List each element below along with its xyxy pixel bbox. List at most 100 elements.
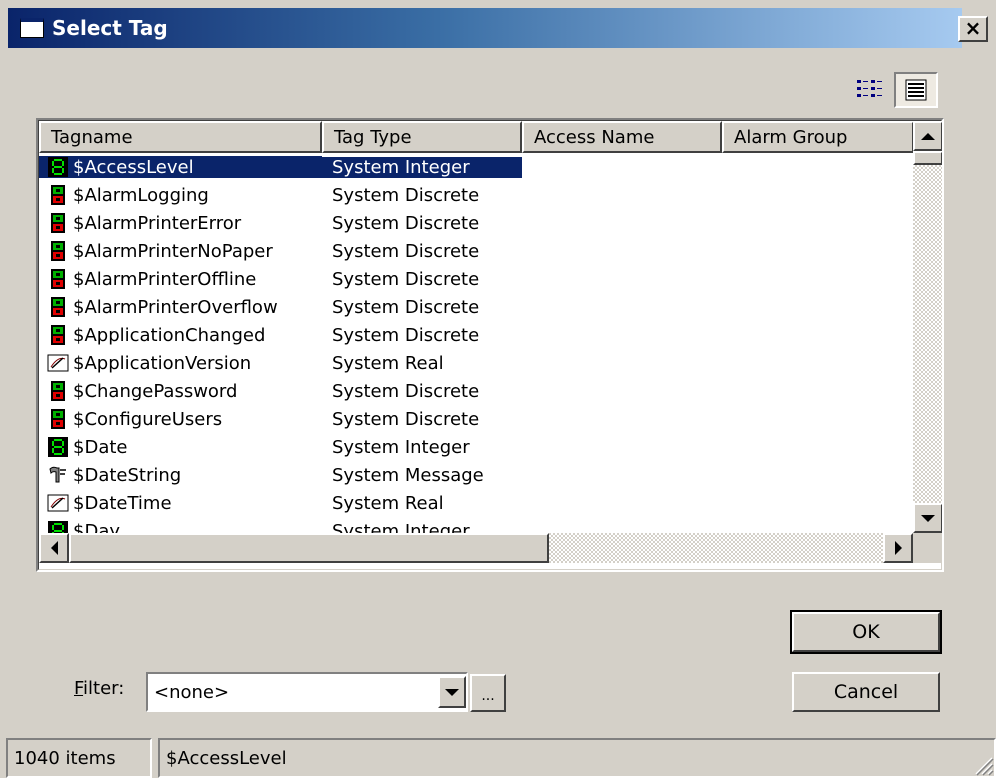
cell-tagname: $Day <box>39 520 322 533</box>
cell-tagname: $ChangePassword <box>39 380 322 402</box>
arrow-down-icon <box>921 514 935 522</box>
status-bar: 1040 items $AccessLevel <box>6 738 996 778</box>
close-button[interactable]: × <box>958 16 988 42</box>
scrollbar-corner <box>913 533 942 563</box>
arrow-up-icon <box>921 132 935 140</box>
tagname-text: $AlarmPrinterNoPaper <box>73 240 273 262</box>
filter-combobox[interactable]: <none> <box>146 672 468 712</box>
cell-tag-type: System Message <box>332 464 484 486</box>
table-row[interactable]: $AlarmPrinterOffline System Discrete <box>39 265 912 293</box>
arrow-left-icon <box>50 541 58 555</box>
table-row[interactable]: $DateTime System Real <box>39 489 912 517</box>
tag-list-header: Tagname Tag Type Access Name Alarm Group <box>39 121 914 153</box>
cancel-button[interactable]: Cancel <box>792 672 940 712</box>
cell-tag-type: System Real <box>332 352 444 374</box>
cell-tagname: $DateTime <box>39 492 322 514</box>
filter-browse-button[interactable]: ... <box>470 674 506 712</box>
cell-tag-type: System Discrete <box>332 184 480 206</box>
table-row[interactable]: $Day System Integer <box>39 517 912 533</box>
cell-tag-type: System Discrete <box>332 212 480 234</box>
cell-tagname: $AlarmPrinterError <box>39 212 322 234</box>
filter-dropdown-button[interactable] <box>438 676 466 708</box>
arrow-right-icon <box>894 541 902 555</box>
tagname-text: $AlarmPrinterOffline <box>73 268 257 290</box>
cell-tag-type: System Integer <box>332 436 470 458</box>
discrete-tag-icon <box>47 212 69 234</box>
cell-tagname: $AlarmPrinterOffline <box>39 268 322 290</box>
column-header-access-name[interactable]: Access Name <box>522 121 722 153</box>
table-row[interactable]: $AlarmLogging System Discrete <box>39 181 912 209</box>
cell-tag-type: System Discrete <box>332 324 480 346</box>
discrete-tag-icon <box>47 184 69 206</box>
tagname-text: $DateString <box>73 464 182 486</box>
cell-tagname: $Date <box>39 436 322 458</box>
discrete-tag-icon <box>47 268 69 290</box>
vertical-scroll-thumb[interactable] <box>913 151 942 165</box>
filter-label-accelerator: F <box>74 678 84 699</box>
list-view-button[interactable] <box>848 72 892 108</box>
tagname-text: $AlarmPrinterError <box>73 212 242 234</box>
ok-button[interactable]: OK <box>790 610 942 654</box>
table-row[interactable]: $DateString System Message <box>39 461 912 489</box>
cell-tag-type: System Discrete <box>332 240 480 262</box>
column-header-tagname[interactable]: Tagname <box>39 121 322 153</box>
filter-label-text: ilter: <box>83 678 125 699</box>
scroll-up-button[interactable] <box>913 121 942 151</box>
integer-tag-icon <box>47 436 69 458</box>
discrete-tag-icon <box>47 296 69 318</box>
table-row[interactable]: $ConfigureUsers System Discrete <box>39 405 912 433</box>
list-view-icon <box>857 80 882 97</box>
tagname-text: $AlarmLogging <box>73 184 209 206</box>
resize-grip-icon[interactable] <box>972 754 994 776</box>
cell-tag-type: System Discrete <box>332 380 480 402</box>
details-view-button[interactable] <box>894 72 938 108</box>
details-view-icon <box>905 79 927 101</box>
tagname-text: $DateTime <box>73 492 172 514</box>
table-row[interactable]: $AccessLevel System Integer <box>39 153 912 181</box>
horizontal-scroll-thumb[interactable] <box>69 533 549 563</box>
real-tag-icon <box>47 492 69 514</box>
title-bar: Select Tag <box>8 8 962 48</box>
window-title: Select Tag <box>52 16 168 40</box>
column-header-alarm-group[interactable]: Alarm Group <box>722 121 914 153</box>
vertical-scrollbar[interactable] <box>913 121 942 533</box>
table-row[interactable]: $AlarmPrinterNoPaper System Discrete <box>39 237 912 265</box>
discrete-tag-icon <box>47 380 69 402</box>
cell-tag-type: System Discrete <box>332 296 480 318</box>
status-selected-tag: $AccessLevel <box>158 738 996 778</box>
table-row[interactable]: $AlarmPrinterOverflow System Discrete <box>39 293 912 321</box>
cell-tag-type: System Discrete <box>332 408 480 430</box>
integer-tag-icon <box>47 520 69 533</box>
scroll-left-button[interactable] <box>39 533 69 563</box>
tagname-text: $ConfigureUsers <box>73 408 223 430</box>
tag-list[interactable]: Tagname Tag Type Access Name Alarm Group… <box>36 118 944 572</box>
horizontal-scrollbar[interactable] <box>39 533 913 563</box>
scroll-down-button[interactable] <box>913 503 942 533</box>
tagname-text: $ChangePassword <box>73 380 238 402</box>
cell-tagname: $AlarmLogging <box>39 184 322 206</box>
tagname-text: $Date <box>73 436 128 458</box>
cell-tagname: $ConfigureUsers <box>39 408 322 430</box>
tagname-text: $AccessLevel <box>73 156 194 178</box>
status-item-count: 1040 items <box>6 738 152 778</box>
chevron-down-icon <box>445 688 459 696</box>
discrete-tag-icon <box>47 240 69 262</box>
table-row[interactable]: $ChangePassword System Discrete <box>39 377 912 405</box>
table-row[interactable]: $ApplicationChanged System Discrete <box>39 321 912 349</box>
column-header-tag-type[interactable]: Tag Type <box>322 121 522 153</box>
scroll-right-button[interactable] <box>883 533 913 563</box>
tagname-text: $AlarmPrinterOverflow <box>73 296 278 318</box>
cell-tagname: $ApplicationVersion <box>39 352 322 374</box>
discrete-tag-icon <box>47 408 69 430</box>
table-row[interactable]: $AlarmPrinterError System Discrete <box>39 209 912 237</box>
table-row[interactable]: $ApplicationVersion System Real <box>39 349 912 377</box>
filter-value: <none> <box>154 681 230 703</box>
cell-tag-type: System Integer <box>322 156 522 178</box>
discrete-tag-icon <box>47 324 69 346</box>
cell-tag-type: System Integer <box>332 520 470 534</box>
cell-tagname: $AlarmPrinterNoPaper <box>39 240 322 262</box>
table-row[interactable]: $Date System Integer <box>39 433 912 461</box>
cell-tag-type: System Real <box>332 492 444 514</box>
tagname-text: $ApplicationChanged <box>73 324 266 346</box>
cell-tagname: $DateString <box>39 464 322 486</box>
